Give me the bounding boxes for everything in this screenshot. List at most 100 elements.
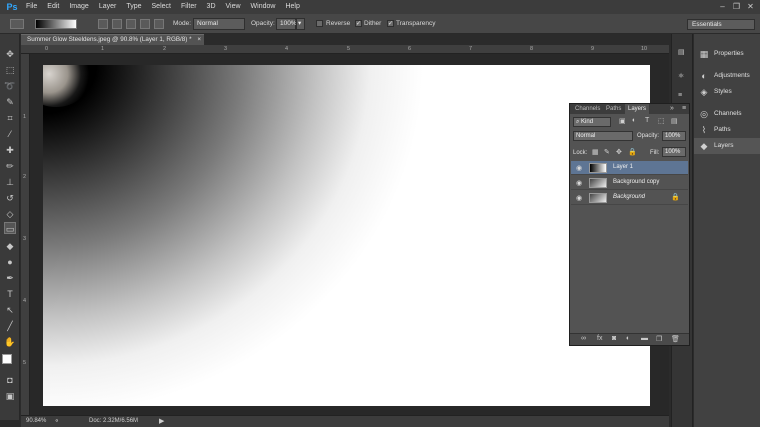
zoom-level[interactable]: 90.84%	[26, 418, 46, 424]
visibility-eye-icon[interactable]: ◉	[576, 179, 582, 187]
filter-shape-icon[interactable]: ⬚	[658, 117, 665, 125]
eraser-tool-icon[interactable]: ◇	[4, 208, 16, 220]
document-tab[interactable]: Summer Glow Steeldens.jpeg @ 90.8% (Laye…	[21, 34, 204, 45]
tab-paths[interactable]: Paths	[603, 104, 624, 114]
lock-all-icon[interactable]: 🔒	[628, 148, 637, 156]
layer-opacity-input[interactable]: 100%	[662, 131, 686, 141]
visibility-eye-icon[interactable]: ◉	[576, 164, 582, 172]
type-tool-icon[interactable]: T	[4, 288, 16, 300]
history-brush-tool-icon[interactable]: ↺	[4, 192, 16, 204]
move-tool-icon[interactable]: ✥	[4, 48, 16, 60]
dither-checkbox[interactable]: ✓	[355, 20, 362, 27]
workspace-select[interactable]: Essentials	[687, 19, 755, 30]
history-icon[interactable]: ▤	[678, 48, 685, 56]
status-menu-arrow-icon[interactable]: ▶	[159, 417, 164, 425]
opacity-input[interactable]: 100%	[276, 18, 297, 30]
hand-tool-icon[interactable]: ✋	[4, 336, 16, 348]
marquee-tool-icon[interactable]: ⬚	[4, 64, 16, 76]
link-layers-icon[interactable]: ∞	[581, 335, 586, 342]
menu-help[interactable]: Help	[280, 0, 304, 14]
gradient-preview[interactable]	[35, 19, 77, 29]
ruler-h-tick: 9	[591, 46, 595, 52]
fill-input[interactable]: 100%	[662, 147, 686, 157]
menu-window[interactable]: Window	[246, 0, 281, 14]
healing-brush-tool-icon[interactable]: ✚	[4, 144, 16, 156]
styles-panel-button[interactable]: ◈ Styles	[694, 84, 760, 100]
menu-3d[interactable]: 3D	[202, 0, 221, 14]
layer-name: Background	[613, 194, 646, 200]
menu-layer[interactable]: Layer	[94, 0, 122, 14]
layer-row-background-copy[interactable]: ◉ Background copy	[571, 176, 688, 190]
menu-type[interactable]: Type	[121, 0, 146, 14]
kind-filter-select[interactable]: ⌕ Kind	[573, 117, 611, 127]
menu-file[interactable]: File	[21, 0, 42, 14]
quick-mask-icon[interactable]: ◘	[4, 374, 16, 386]
eyedropper-tool-icon[interactable]: ⁄	[4, 128, 16, 140]
collapse-icon[interactable]: »	[670, 105, 674, 112]
paths-panel-button[interactable]: ⌇ Paths	[694, 122, 760, 138]
reflected-gradient-button[interactable]	[140, 19, 150, 29]
transparency-checkbox[interactable]: ✓	[387, 20, 394, 27]
reverse-checkbox[interactable]	[316, 20, 323, 27]
menu-filter[interactable]: Filter	[176, 0, 202, 14]
brush-tool-icon[interactable]: ✏	[4, 160, 16, 172]
tool-preset-picker[interactable]	[10, 19, 24, 29]
close-tab-icon[interactable]: ×	[197, 36, 201, 43]
vertical-ruler: 1 2 3 4 5	[21, 54, 30, 415]
menu-view[interactable]: View	[221, 0, 246, 14]
quick-select-tool-icon[interactable]: ✎	[4, 96, 16, 108]
new-adjustment-layer-icon[interactable]: ◐	[626, 335, 630, 342]
close-button[interactable]: ✕	[745, 1, 756, 12]
line-tool-icon[interactable]: ╱	[4, 320, 16, 332]
path-selection-tool-icon[interactable]: ↖	[4, 304, 16, 316]
dodge-tool-icon[interactable]: ●	[4, 256, 16, 268]
crop-tool-icon[interactable]: ⌗	[4, 112, 16, 124]
new-group-icon[interactable]: ▬	[641, 335, 648, 342]
lasso-tool-icon[interactable]: ➰	[4, 80, 16, 92]
delete-layer-icon[interactable]: 🗑	[671, 335, 680, 343]
restore-button[interactable]: ❐	[731, 1, 742, 12]
zoom-options-icon[interactable]: ⚬	[54, 417, 60, 425]
panel-menu-icon[interactable]: ≡	[682, 105, 686, 112]
brush-presets-icon[interactable]: ≡	[678, 92, 682, 99]
blur-tool-icon[interactable]: ◆	[4, 240, 16, 252]
lock-transparent-icon[interactable]: ▦	[592, 148, 599, 156]
minimize-button[interactable]: –	[717, 1, 728, 12]
lock-image-icon[interactable]: ✎	[604, 148, 610, 156]
layers-panel-button[interactable]: ◆ Layers	[694, 138, 760, 154]
channels-panel-button[interactable]: ◎ Channels	[694, 106, 760, 122]
actions-icon[interactable]: ⚛	[678, 72, 684, 80]
adjustments-panel-button[interactable]: ◐ Adjustments	[694, 68, 760, 84]
foreground-color-swatch[interactable]	[2, 354, 12, 364]
tab-channels[interactable]: Channels	[572, 104, 603, 114]
layer-row-layer-1[interactable]: ◉ Layer 1	[571, 161, 688, 175]
menu-select[interactable]: Select	[147, 0, 176, 14]
blend-mode-select[interactable]: Normal	[573, 131, 633, 141]
mode-select[interactable]: Normal	[193, 18, 245, 30]
menu-image[interactable]: Image	[64, 0, 93, 14]
new-layer-icon[interactable]: ❐	[656, 335, 662, 343]
layer-row-background[interactable]: ◉ Background 🔒	[571, 191, 688, 205]
visibility-eye-icon[interactable]: ◉	[576, 194, 582, 202]
filter-smart-icon[interactable]: ▤	[671, 117, 678, 125]
lock-position-icon[interactable]: ✥	[616, 148, 622, 156]
layer-style-icon[interactable]: fx	[597, 335, 602, 342]
add-mask-icon[interactable]: ◙	[612, 335, 616, 342]
filter-adjustment-icon[interactable]: ◐	[632, 117, 636, 124]
layers-icon: ◆	[700, 141, 708, 151]
filter-pixel-icon[interactable]: ▣	[619, 117, 626, 125]
properties-panel-button[interactable]: ▦ Properties	[694, 46, 760, 62]
filter-type-icon[interactable]: T	[645, 117, 649, 124]
angle-gradient-button[interactable]	[126, 19, 136, 29]
clone-stamp-tool-icon[interactable]: ⊥	[4, 176, 16, 188]
linear-gradient-button[interactable]	[98, 19, 108, 29]
pen-tool-icon[interactable]: ✒	[4, 272, 16, 284]
gradient-tool-icon[interactable]: ▭	[4, 222, 16, 234]
diamond-gradient-button[interactable]	[154, 19, 164, 29]
opacity-dropdown[interactable]: ▾	[296, 18, 305, 30]
radial-gradient-button[interactable]	[112, 19, 122, 29]
menu-edit[interactable]: Edit	[42, 0, 64, 14]
screen-mode-icon[interactable]: ▣	[4, 390, 16, 402]
tab-layers[interactable]: Layers	[625, 104, 650, 114]
image-canvas[interactable]	[43, 65, 650, 406]
